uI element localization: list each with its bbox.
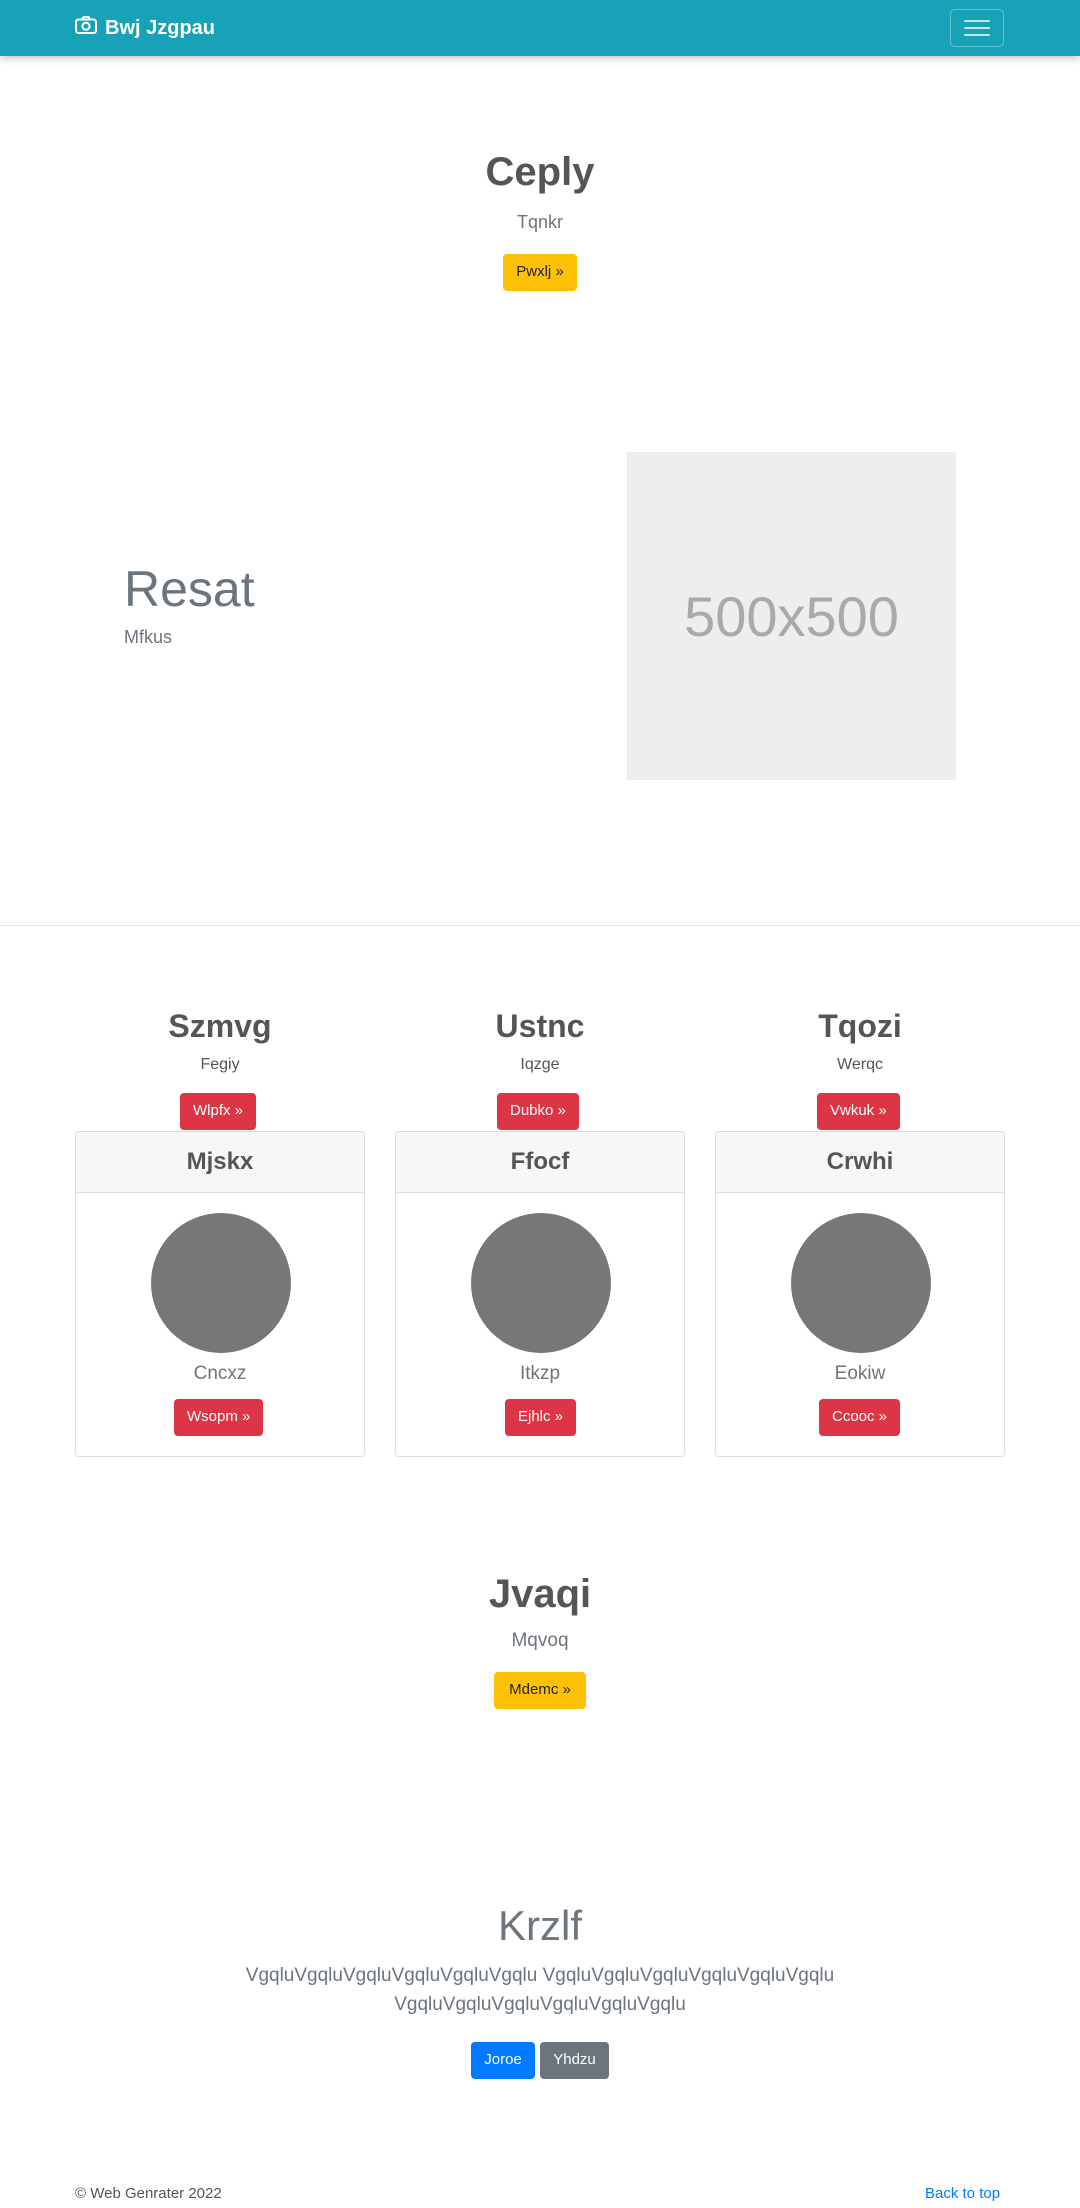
card-button[interactable]: Ccooc » <box>819 1399 901 1436</box>
primary-button[interactable]: Joroe <box>471 2042 535 2079</box>
column-title: Szmvg <box>168 1008 272 1044</box>
section-divider <box>0 925 1080 926</box>
feature-image-placeholder: 500x500 <box>627 452 956 780</box>
hero-button[interactable]: Mdemc » <box>494 1672 586 1709</box>
column-button[interactable]: Vwkuk » <box>817 1093 900 1130</box>
hero-subtitle: Mqvoq <box>511 1630 569 1651</box>
brand-name: Bwj Jzgpau <box>105 16 216 39</box>
navbar-brand[interactable]: Bwj Jzgpau <box>75 14 215 42</box>
avatar <box>151 1213 291 1353</box>
card-button[interactable]: Wsopm » <box>174 1399 264 1436</box>
card-header: Mjskx <box>76 1132 364 1193</box>
column-button[interactable]: Wlpfx » <box>180 1093 257 1130</box>
hero-button[interactable]: Pwxlj » <box>503 254 577 291</box>
hero-title: Ceply <box>485 150 595 194</box>
feature-subtitle: Mfkus <box>124 627 173 647</box>
card-text: Cncxz <box>193 1363 247 1384</box>
column-title: Ustnc <box>495 1008 585 1044</box>
card: Ffocf Itkzp Ejhlc » <box>395 1131 685 1457</box>
back-to-top-link[interactable]: Back to top <box>925 2185 1000 2202</box>
jumbotron-title: Krzlf <box>498 1902 582 1949</box>
column-subtitle: Fegiy <box>200 1056 240 1073</box>
avatar <box>471 1213 611 1353</box>
card-header: Crwhi <box>716 1132 1004 1193</box>
card-text: Eokiw <box>834 1363 886 1384</box>
hero-subtitle: Tqnkr <box>516 212 563 232</box>
column-button[interactable]: Dubko » <box>497 1093 579 1130</box>
column-subtitle: Iqzge <box>520 1056 560 1073</box>
image-size-label: 500x500 <box>684 584 899 648</box>
column-subtitle: Werqc <box>837 1056 883 1073</box>
card-text: Itkzp <box>519 1363 561 1384</box>
card-button[interactable]: Ejhlc » <box>505 1399 577 1436</box>
feature-title: Resat <box>124 561 255 617</box>
secondary-button[interactable]: Yhdzu <box>540 2042 609 2079</box>
card-header: Ffocf <box>396 1132 684 1193</box>
footer-copyright: © Web Genrater 2022 <box>75 2185 222 2202</box>
camera-icon <box>75 16 97 40</box>
hero-title: Jvaqi <box>488 1572 592 1616</box>
card: Mjskx Cncxz Wsopm » <box>75 1131 365 1457</box>
column-title: Tqozi <box>818 1008 902 1044</box>
navbar: Bwj Jzgpau <box>0 0 1080 56</box>
avatar <box>791 1213 931 1353</box>
navbar-toggler-button[interactable] <box>950 9 1004 47</box>
jumbotron-text: VgqluVgqluVgqluVgqluVgqluVgqlu VgqluVgql… <box>245 1965 835 2015</box>
card: Crwhi Eokiw Ccooc » <box>715 1131 1005 1457</box>
